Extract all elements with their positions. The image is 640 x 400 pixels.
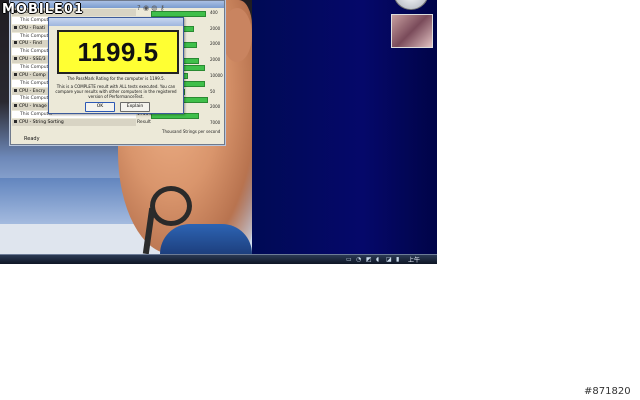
desktop-screen: ? ◉ ◍ ⚷ CPU - Integer Maths This Computer…: [0, 0, 437, 264]
status-bar-text: Ready: [24, 136, 40, 142]
complete-result-message: This is a COMPLETE result with ALL tests…: [55, 84, 177, 99]
bar-scale-max: 2000: [210, 104, 221, 110]
expand-square-icon[interactable]: [14, 119, 17, 123]
passmark-rating-dialog[interactable]: 1199.5 The PassMark Rating for the compu…: [48, 17, 184, 114]
help-tray-icon[interactable]: ◔: [356, 256, 361, 263]
slideshow-gadget[interactable]: [391, 14, 433, 48]
bar-caption: Thousand Strings per second: [162, 129, 221, 134]
network-icon[interactable]: ◩: [366, 256, 372, 263]
expand-square-icon[interactable]: [14, 41, 17, 45]
explain-button[interactable]: Explain: [120, 102, 150, 112]
bar-scale-max: 10000: [210, 72, 223, 78]
bar-scale-max: 2000: [210, 25, 221, 31]
taskbar-clock[interactable]: 上午 12:34: [408, 255, 437, 264]
post-id: #871820: [584, 386, 631, 397]
row-label: CPU - SSE/3: [19, 57, 46, 63]
score-panel: 1199.5: [57, 30, 179, 74]
bar-scale-max: 2000: [210, 41, 221, 47]
keyboard-icon[interactable]: ▭: [346, 256, 352, 263]
row-label: CPU - Encry: [19, 88, 46, 94]
bar-scale-max: 2000: [210, 57, 221, 63]
dialog-titlebar[interactable]: [49, 18, 183, 26]
info-icon[interactable]: ◉: [143, 4, 149, 12]
bar-scale-max: 7000: [210, 119, 221, 125]
site-watermark: MOBILE01: [2, 2, 84, 17]
passmark-score: 1199.5: [77, 36, 159, 67]
wallpaper-ear: [222, 8, 252, 62]
row-label: CPU - String Sorting: [19, 119, 64, 125]
power-icon[interactable]: ▮: [396, 256, 399, 263]
wallpaper-shirt: [160, 224, 252, 254]
result-bar: [151, 10, 206, 17]
volume-icon[interactable]: ◖: [376, 256, 379, 263]
expand-square-icon[interactable]: [14, 104, 17, 108]
row-label: CPU - Floati: [19, 25, 45, 31]
row-label: CPU - Find: [19, 41, 42, 47]
expand-square-icon[interactable]: [14, 25, 17, 29]
wallpaper-rope-knot: [150, 186, 192, 226]
language-icon[interactable]: ◪: [386, 256, 392, 263]
row-value: Result: [137, 119, 151, 125]
expand-square-icon[interactable]: [14, 57, 17, 61]
rating-message: The PassMark Rating for the computer is …: [67, 76, 165, 81]
row-label: CPU - Comp: [19, 72, 46, 78]
help-icon[interactable]: ?: [137, 4, 141, 12]
ok-button[interactable]: OK: [85, 102, 115, 112]
bar-scale-max: 400: [210, 10, 218, 15]
expand-square-icon[interactable]: [14, 72, 17, 76]
test-category-row[interactable]: CPU - String Sorting: [12, 118, 136, 126]
expand-square-icon[interactable]: [14, 88, 17, 92]
bar-scale-max: 50: [210, 88, 216, 94]
